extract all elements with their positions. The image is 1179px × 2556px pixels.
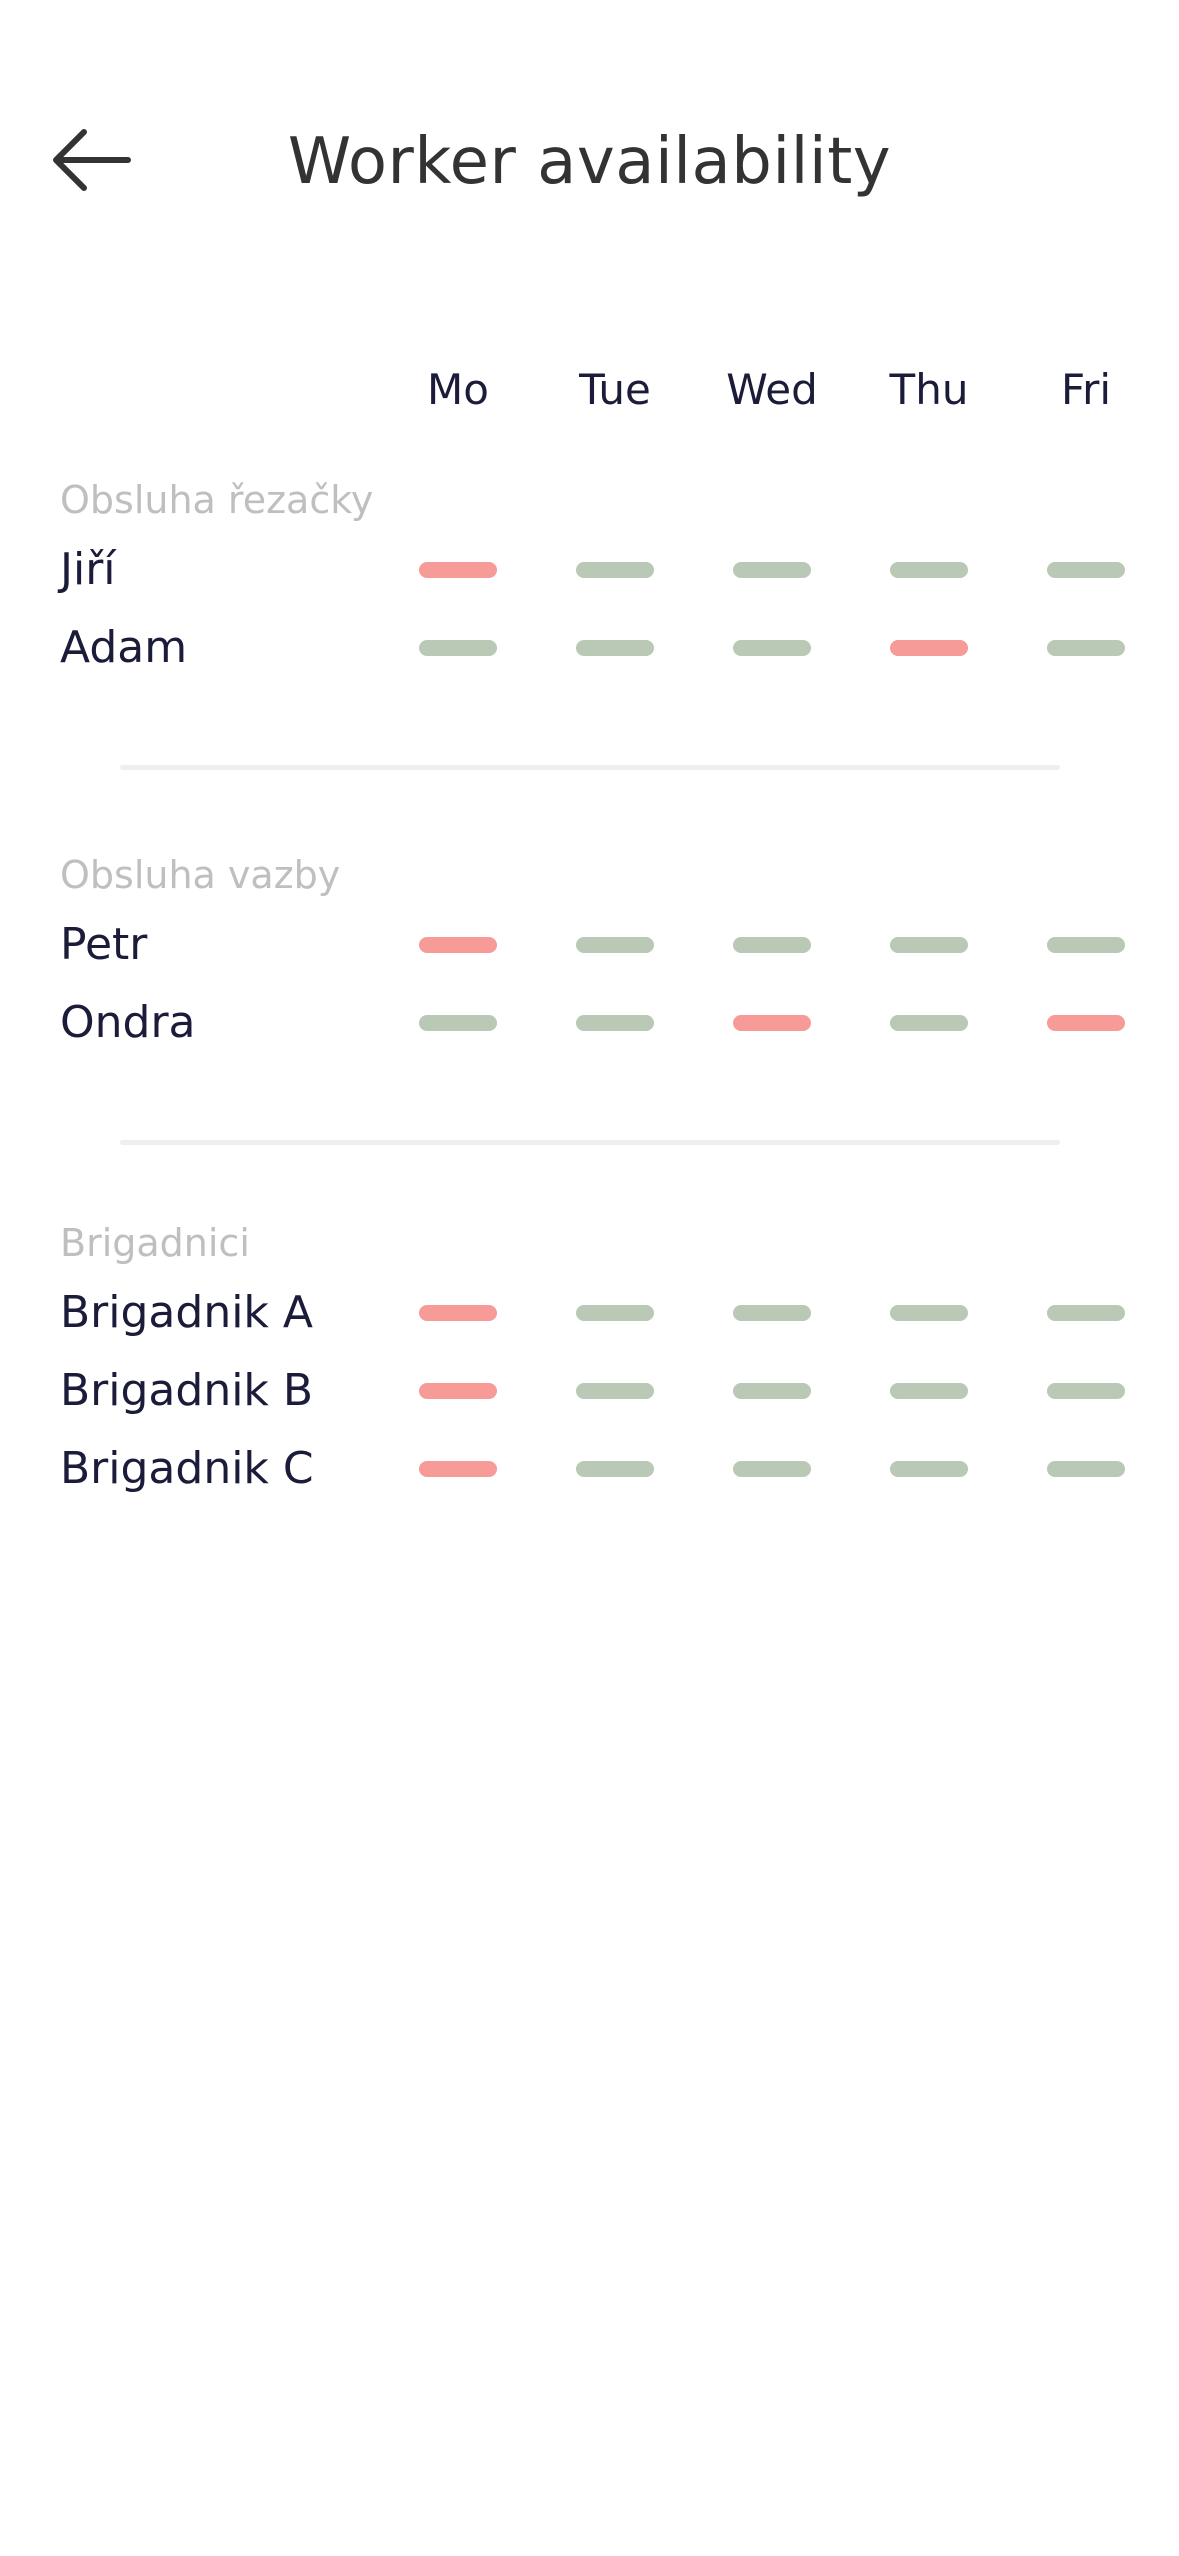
availability-available-tue[interactable] (576, 1305, 654, 1321)
worker-name: Brigadnik B (60, 1365, 314, 1416)
day-header-wed: Wed (726, 365, 818, 414)
availability-available-mo[interactable] (419, 1015, 497, 1031)
availability-available-thu[interactable] (890, 937, 968, 953)
availability-available-fri[interactable] (1047, 1305, 1125, 1321)
worker-row[interactable]: Adam (0, 613, 1179, 683)
header: Worker availability (0, 100, 1179, 225)
availability-available-wed[interactable] (733, 1305, 811, 1321)
availability-unavailable-fri[interactable] (1047, 1015, 1125, 1031)
worker-name: Jiří (60, 544, 116, 595)
availability-available-tue[interactable] (576, 562, 654, 578)
availability-available-tue[interactable] (576, 1461, 654, 1477)
availability-available-tue[interactable] (576, 1383, 654, 1399)
availability-available-thu[interactable] (890, 1015, 968, 1031)
availability-available-tue[interactable] (576, 1015, 654, 1031)
availability-available-fri[interactable] (1047, 1461, 1125, 1477)
availability-unavailable-thu[interactable] (890, 640, 968, 656)
availability-available-tue[interactable] (576, 640, 654, 656)
availability-available-wed[interactable] (733, 1383, 811, 1399)
availability-available-fri[interactable] (1047, 937, 1125, 953)
worker-name: Ondra (60, 997, 196, 1048)
availability-unavailable-wed[interactable] (733, 1015, 811, 1031)
availability-available-thu[interactable] (890, 1461, 968, 1477)
group-divider (120, 765, 1060, 770)
worker-row[interactable]: Brigadnik A (0, 1278, 1179, 1348)
availability-unavailable-mo[interactable] (419, 1305, 497, 1321)
availability-available-fri[interactable] (1047, 640, 1125, 656)
availability-available-wed[interactable] (733, 1461, 811, 1477)
page-title: Worker availability (287, 125, 892, 199)
group-title: Obsluha vazby (60, 853, 341, 897)
back-button[interactable] (40, 120, 140, 200)
availability-available-wed[interactable] (733, 562, 811, 578)
availability-available-tue[interactable] (576, 937, 654, 953)
availability-available-thu[interactable] (890, 1305, 968, 1321)
worker-name: Adam (60, 622, 188, 673)
worker-row[interactable]: Brigadnik B (0, 1356, 1179, 1426)
group-title: Obsluha řezačky (60, 478, 374, 522)
worker-row[interactable]: Ondra (0, 988, 1179, 1058)
worker-row[interactable]: Petr (0, 910, 1179, 980)
availability-unavailable-mo[interactable] (419, 937, 497, 953)
weekday-header: Mo Tue Wed Thu Fri (0, 355, 1179, 425)
day-header-fri: Fri (1060, 365, 1112, 414)
day-header-thu: Thu (889, 365, 969, 414)
availability-available-wed[interactable] (733, 937, 811, 953)
availability-available-wed[interactable] (733, 640, 811, 656)
availability-available-fri[interactable] (1047, 562, 1125, 578)
group-divider (120, 1140, 1060, 1145)
availability-available-mo[interactable] (419, 640, 497, 656)
availability-available-fri[interactable] (1047, 1383, 1125, 1399)
worker-name: Brigadnik C (60, 1443, 314, 1494)
worker-name: Petr (60, 919, 148, 970)
arrow-left-icon (53, 129, 131, 191)
worker-row[interactable]: Brigadnik C (0, 1434, 1179, 1504)
availability-unavailable-mo[interactable] (419, 1461, 497, 1477)
day-header-mo: Mo (427, 365, 489, 414)
worker-name: Brigadnik A (60, 1287, 313, 1338)
worker-row[interactable]: Jiří (0, 535, 1179, 605)
availability-available-thu[interactable] (890, 1383, 968, 1399)
availability-available-thu[interactable] (890, 562, 968, 578)
availability-unavailable-mo[interactable] (419, 562, 497, 578)
availability-unavailable-mo[interactable] (419, 1383, 497, 1399)
day-header-tue: Tue (579, 365, 651, 414)
group-title: Brigadnici (60, 1221, 250, 1265)
